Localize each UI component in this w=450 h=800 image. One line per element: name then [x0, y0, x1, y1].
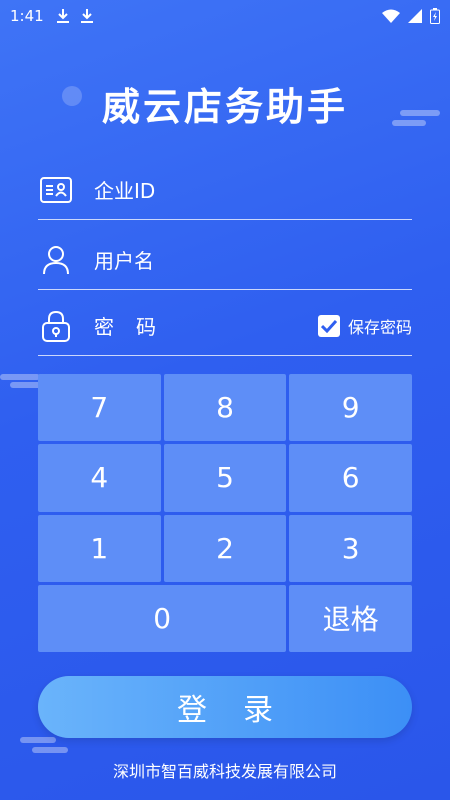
username-field[interactable]: 用户名 [38, 230, 412, 290]
battery-charging-icon [430, 8, 440, 24]
save-password-toggle[interactable]: 保存密码 [317, 314, 412, 338]
status-bar: 1:41 [0, 0, 450, 32]
status-time: 1:41 [10, 7, 44, 25]
key-4[interactable]: 4 [38, 444, 161, 512]
wifi-icon [382, 9, 400, 23]
company-footer: 深圳市智百威科技发展有限公司 [112, 762, 337, 781]
key-3[interactable]: 3 [289, 514, 412, 582]
numeric-keypad: 7 8 9 4 5 6 1 2 3 0 退格 [38, 374, 412, 652]
user-icon [38, 242, 74, 278]
save-password-label: 保存密码 [347, 317, 412, 337]
company-id-placeholder: 企业ID [94, 179, 156, 203]
login-button[interactable]: 登录 [38, 676, 412, 738]
key-1[interactable]: 1 [38, 514, 161, 582]
password-field[interactable]: 密码 保存密码 [38, 296, 412, 356]
signal-icon [408, 9, 422, 23]
key-7[interactable]: 7 [38, 374, 161, 442]
decoration-cloud [20, 737, 68, 753]
key-6[interactable]: 6 [289, 444, 412, 512]
backspace-key[interactable]: 退格 [289, 584, 412, 652]
checkbox-checked-icon[interactable] [317, 314, 340, 337]
app-title: 威云店务助手 [101, 85, 348, 129]
key-5[interactable]: 5 [163, 444, 287, 512]
key-8[interactable]: 8 [163, 374, 287, 442]
key-2[interactable]: 2 [163, 514, 287, 582]
username-placeholder: 用户名 [94, 249, 154, 273]
key-0[interactable]: 0 [38, 584, 287, 652]
password-placeholder: 密码 [94, 315, 178, 339]
download-icon [56, 9, 69, 23]
company-id-field[interactable]: 企业ID [38, 160, 412, 220]
lock-icon [38, 308, 74, 344]
id-card-icon [38, 172, 74, 208]
key-9[interactable]: 9 [289, 374, 412, 442]
download-icon [80, 9, 93, 23]
